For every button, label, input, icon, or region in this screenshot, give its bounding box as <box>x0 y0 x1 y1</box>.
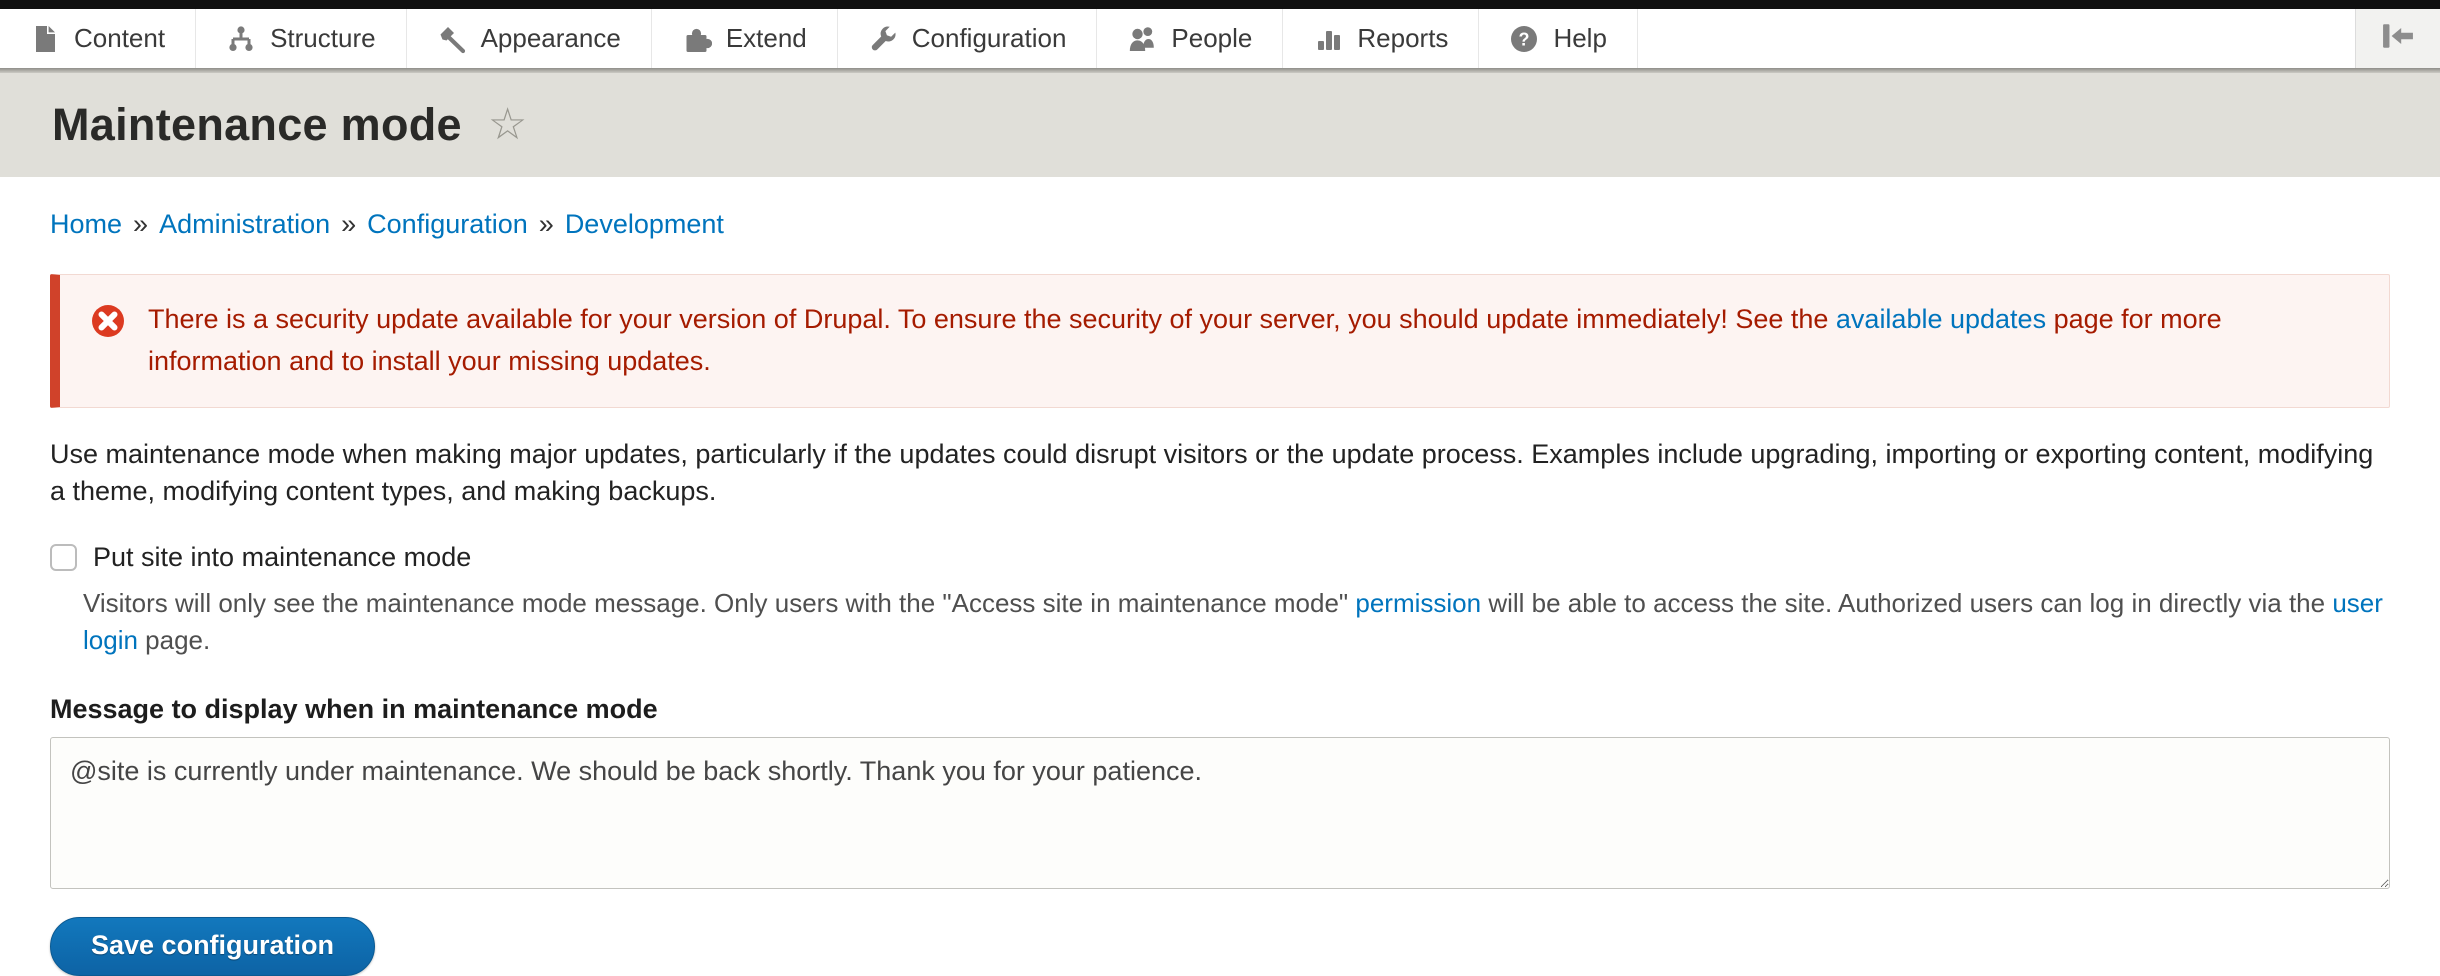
maintenance-mode-checkbox[interactable] <box>50 544 77 571</box>
toolbar-item-label: Content <box>74 23 165 54</box>
breadcrumb-separator: » <box>133 209 148 239</box>
toolbar-item-reports[interactable]: Reports <box>1283 9 1479 68</box>
admin-toolbar: Content Structure Appearance Extend Configur… <box>0 9 2440 68</box>
toolbar-item-structure[interactable]: Structure <box>196 9 407 68</box>
toolbar-item-label: Appearance <box>481 23 621 54</box>
svg-text:?: ? <box>1519 29 1530 49</box>
breadcrumb-separator: » <box>341 209 356 239</box>
bar-chart-icon <box>1313 24 1343 54</box>
toolbar-items: Content Structure Appearance Extend Configur… <box>0 9 1638 68</box>
toolbar-item-content[interactable]: Content <box>0 9 196 68</box>
main-content: Home » Administration » Configuration » Develo… <box>0 209 2440 976</box>
toolbar-item-label: Reports <box>1357 23 1448 54</box>
save-configuration-button[interactable]: Save configuration <box>50 917 375 976</box>
file-icon <box>30 24 60 54</box>
paintbrush-icon <box>437 24 467 54</box>
description-part-1: Visitors will only see the maintenance m… <box>83 588 1355 618</box>
error-message-box: There is a security update available for… <box>50 274 2390 408</box>
puzzle-icon <box>682 24 712 54</box>
description-part-2: will be able to access the site. Authori… <box>1481 588 2332 618</box>
toolbar-item-label: Configuration <box>912 23 1067 54</box>
maintenance-mode-checkbox-label: Put site into maintenance mode <box>93 542 471 573</box>
top-black-bar <box>0 0 2440 9</box>
description-part-3: page. <box>138 625 210 655</box>
toolbar-item-label: Help <box>1553 23 1606 54</box>
breadcrumb-link-development[interactable]: Development <box>565 209 724 239</box>
toolbar-item-configuration[interactable]: Configuration <box>838 9 1098 68</box>
people-icon <box>1127 24 1157 54</box>
maintenance-mode-checkbox-row: Put site into maintenance mode <box>50 542 2390 573</box>
toolbar-item-help[interactable]: ? Help <box>1479 9 1637 68</box>
message-field-label: Message to display when in maintenance m… <box>50 694 2390 725</box>
toolbar-collapse-icon <box>2379 20 2417 57</box>
error-circle-x-icon <box>90 303 126 383</box>
star-outline-icon[interactable]: ☆ <box>488 103 527 147</box>
toolbar-item-label: Structure <box>270 23 376 54</box>
page-title: Maintenance mode <box>52 99 462 151</box>
maintenance-mode-description: Visitors will only see the maintenance m… <box>50 585 2390 658</box>
maintenance-message-textarea[interactable]: @site is currently under maintenance. We… <box>50 737 2390 889</box>
breadcrumb-link-configuration[interactable]: Configuration <box>367 209 528 239</box>
breadcrumb-link-administration[interactable]: Administration <box>159 209 330 239</box>
intro-text: Use maintenance mode when making major u… <box>50 436 2390 511</box>
breadcrumb-link-home[interactable]: Home <box>50 209 122 239</box>
breadcrumb-separator: » <box>539 209 554 239</box>
error-text-before: There is a security update available for… <box>148 304 1836 334</box>
toolbar-item-label: Extend <box>726 23 807 54</box>
sitemap-icon <box>226 24 256 54</box>
permission-link[interactable]: permission <box>1355 588 1481 618</box>
breadcrumb: Home » Administration » Configuration » Develo… <box>50 209 2390 240</box>
error-message-text: There is a security update available for… <box>148 299 2359 383</box>
wrench-icon <box>868 24 898 54</box>
toolbar-item-people[interactable]: People <box>1097 9 1283 68</box>
help-icon: ? <box>1509 24 1539 54</box>
toolbar-item-label: People <box>1171 23 1252 54</box>
available-updates-link[interactable]: available updates <box>1836 304 2046 334</box>
toolbar-item-appearance[interactable]: Appearance <box>407 9 652 68</box>
page-header: Maintenance mode ☆ <box>0 73 2440 177</box>
toolbar-collapse-button[interactable] <box>2355 9 2440 68</box>
toolbar-item-extend[interactable]: Extend <box>652 9 838 68</box>
